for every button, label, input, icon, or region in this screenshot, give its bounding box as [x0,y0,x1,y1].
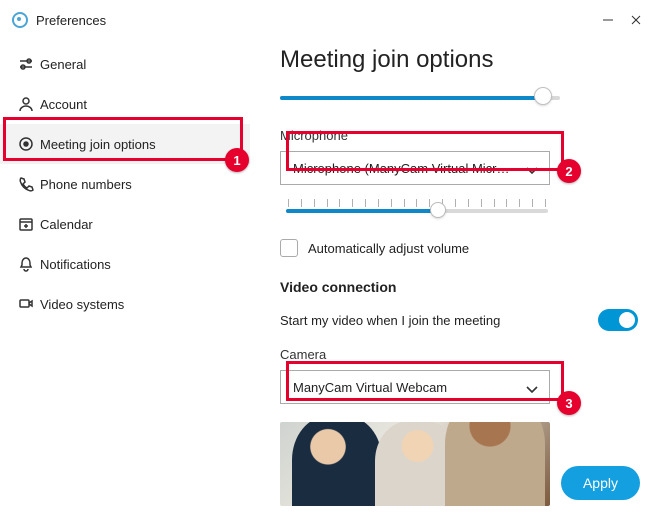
chevron-down-icon [525,383,539,398]
sidebar-item-calendar[interactable]: Calendar [0,204,250,244]
sidebar-item-account[interactable]: Account [0,84,250,124]
sidebar-item-label: Phone numbers [40,177,132,192]
auto-adjust-row[interactable]: Automatically adjust volume [280,239,642,257]
sliders-icon [18,56,40,72]
top-slider[interactable] [280,86,642,110]
video-toggle-label: Start my video when I join the meeting [280,313,500,328]
sidebar-item-label: General [40,57,86,72]
annotation-badge-3: 3 [557,391,581,415]
main-panel: Meeting join options Microphone Micropho… [250,40,662,518]
sidebar-item-general[interactable]: General [0,44,250,84]
sidebar-item-label: Video systems [40,297,124,312]
camera-dropdown[interactable]: ManyCam Virtual Webcam [280,370,550,404]
microphone-volume-slider[interactable] [286,199,548,229]
start-video-toggle[interactable] [598,309,638,331]
video-system-icon [18,296,40,312]
apply-button[interactable]: Apply [561,466,640,500]
page-title: Meeting join options [280,46,642,74]
annotation-badge-1: 1 [225,148,249,172]
sidebar: General Account Meeting join options Pho… [0,40,250,518]
sidebar-item-label: Notifications [40,257,111,272]
target-icon [18,136,40,152]
annotation-badge-2: 2 [557,159,581,183]
minimize-button[interactable] [594,6,622,34]
window-title: Preferences [36,13,594,28]
close-button[interactable] [622,6,650,34]
video-section-title: Video connection [280,279,642,295]
calendar-add-icon [18,216,40,232]
camera-value: ManyCam Virtual Webcam [293,380,447,395]
sidebar-item-phone-numbers[interactable]: Phone numbers [0,164,250,204]
app-logo-icon [12,12,28,28]
sidebar-item-video-systems[interactable]: Video systems [0,284,250,324]
chevron-down-icon [525,164,539,179]
titlebar: Preferences [0,0,662,40]
sidebar-item-meeting-join-options[interactable]: Meeting join options [0,124,250,164]
user-icon [18,96,40,112]
microphone-value: Microphone (ManyCam Virtual Micr… [293,161,510,176]
microphone-label: Microphone [280,128,642,143]
microphone-dropdown[interactable]: Microphone (ManyCam Virtual Micr… [280,151,550,185]
sidebar-item-label: Account [40,97,87,112]
volume-thumb[interactable] [430,202,446,218]
bell-icon [18,256,40,272]
sidebar-item-label: Meeting join options [40,137,156,152]
sidebar-item-notifications[interactable]: Notifications [0,244,250,284]
auto-adjust-label: Automatically adjust volume [308,241,469,256]
camera-label: Camera [280,347,642,362]
phone-icon [18,176,40,192]
sidebar-item-label: Calendar [40,217,93,232]
slider-thumb[interactable] [534,87,552,105]
auto-adjust-checkbox[interactable] [280,239,298,257]
camera-preview [280,422,550,506]
